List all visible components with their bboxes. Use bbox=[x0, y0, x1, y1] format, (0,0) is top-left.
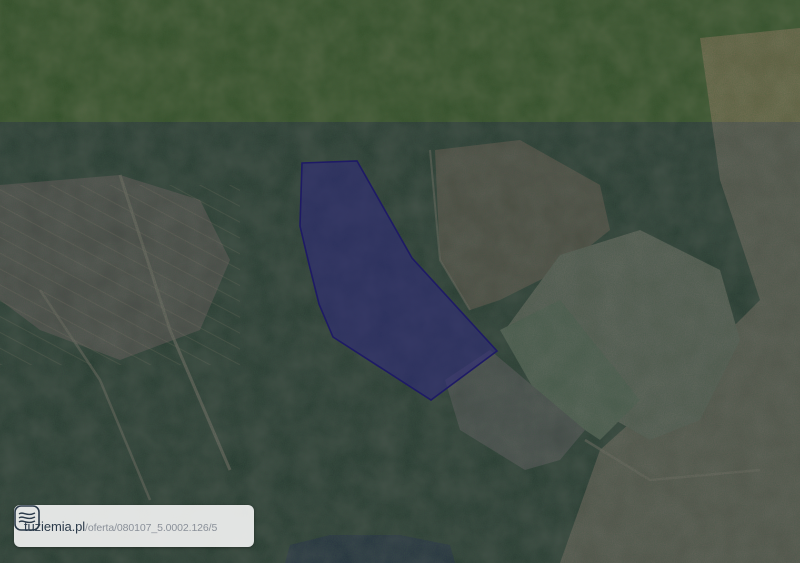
topographic-contour-icon bbox=[14, 505, 40, 531]
satellite-basemap bbox=[0, 0, 800, 563]
offer-path: /oferta/080107_5.0002.126/5 bbox=[85, 521, 218, 534]
attribution-link[interactable]: tuziemia.pl/oferta/080107_5.0002.126/5 bbox=[24, 519, 217, 534]
map-view[interactable]: tuziemia.pl/oferta/080107_5.0002.126/5 bbox=[0, 0, 800, 563]
attribution-badge[interactable]: tuziemia.pl/oferta/080107_5.0002.126/5 bbox=[14, 505, 254, 547]
